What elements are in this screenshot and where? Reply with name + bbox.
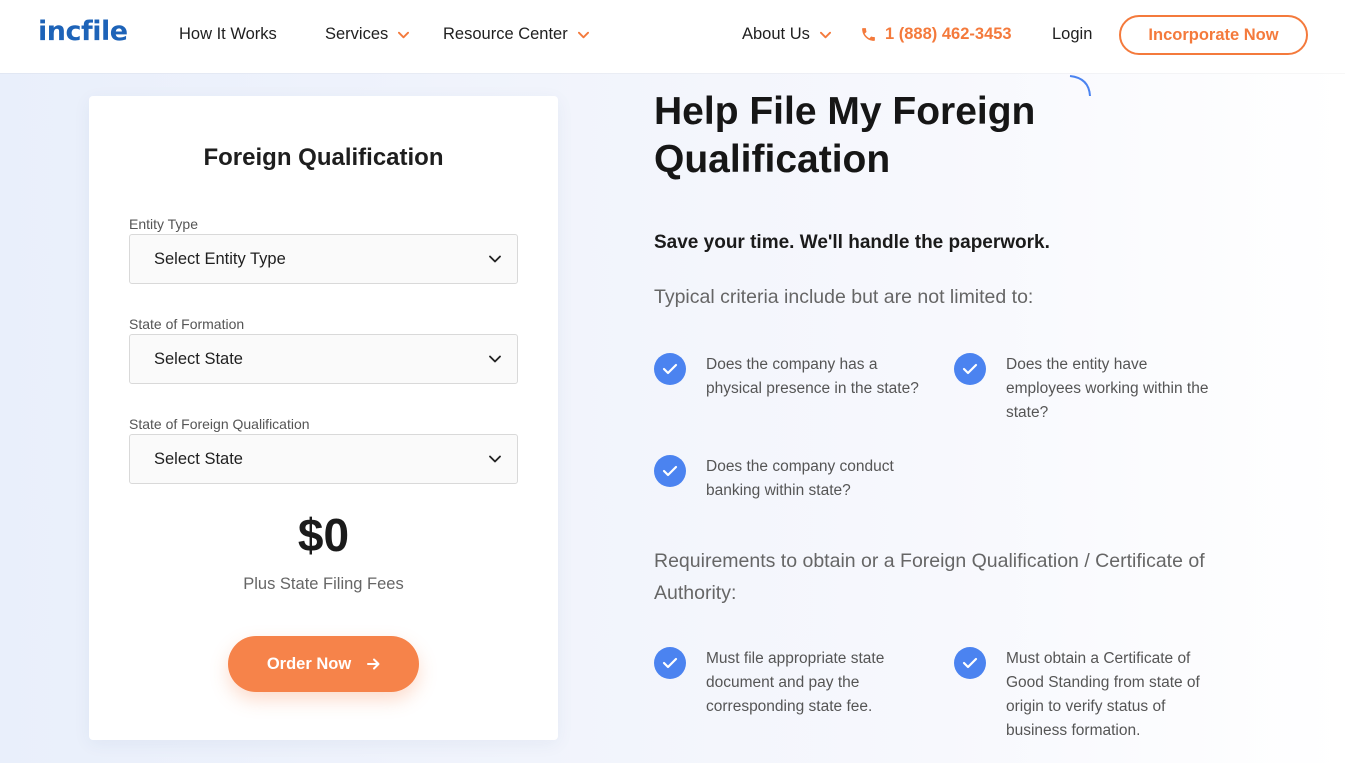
- state-formation-select[interactable]: Select State: [129, 334, 518, 384]
- check-icon: [654, 455, 686, 487]
- entity-type-select[interactable]: Select Entity Type: [129, 234, 518, 284]
- order-form-card: Foreign Qualification Entity Type Select…: [89, 96, 558, 740]
- criteria-item: Does the company conduct banking within …: [654, 455, 926, 503]
- chevron-down-icon: [398, 31, 410, 38]
- state-formation-value: Select State: [154, 349, 243, 368]
- criteria-text: Does the company has a physical presence…: [706, 356, 919, 397]
- price-note: Plus State Filing Fees: [243, 575, 404, 593]
- site-header: incfile How It Works Services Resource C…: [0, 0, 1345, 73]
- check-icon: [654, 353, 686, 385]
- nav-how-it-works[interactable]: How It Works: [179, 25, 277, 44]
- check-icon: [654, 647, 686, 679]
- entity-type-label: Entity Type: [129, 216, 199, 232]
- nav-resource-center[interactable]: Resource Center: [443, 25, 589, 44]
- nav-services-label: Services: [325, 25, 389, 43]
- requirement-item: Must obtain a Certificate of Good Standi…: [954, 647, 1226, 743]
- state-foreign-value: Select State: [154, 449, 243, 468]
- entity-type-value: Select Entity Type: [154, 249, 286, 268]
- lead-text: Save your time. We'll handle the paperwo…: [654, 232, 1050, 253]
- chevron-down-icon: [489, 455, 501, 463]
- order-now-button[interactable]: Order Now: [228, 636, 419, 692]
- requirement-item: Must file appropriate state document and…: [654, 647, 926, 719]
- state-foreign-label: State of Foreign Qualification: [129, 416, 310, 432]
- state-foreign-select[interactable]: Select State: [129, 434, 518, 484]
- criteria-text: Does the entity have employees working w…: [1006, 356, 1209, 421]
- chevron-down-icon: [489, 355, 501, 363]
- chevron-down-icon: [819, 31, 831, 38]
- phone-link[interactable]: 1 (888) 462-3453: [860, 25, 1012, 44]
- nav-resource-center-label: Resource Center: [443, 25, 568, 43]
- incorporate-now-button[interactable]: Incorporate Now: [1119, 15, 1308, 55]
- page-title: Help File My Foreign Qualification: [654, 90, 1036, 181]
- requirement-text: Must file appropriate state document and…: [706, 650, 885, 715]
- chevron-down-icon: [489, 255, 501, 263]
- phone-number: 1 (888) 462-3453: [885, 25, 1012, 43]
- criteria-heading: Typical criteria include but are not lim…: [654, 286, 1034, 308]
- nav-about-us[interactable]: About Us: [742, 25, 831, 44]
- requirements-heading: Requirements to obtain or a Foreign Qual…: [654, 550, 1205, 604]
- check-icon: [954, 647, 986, 679]
- criteria-item: Does the entity have employees working w…: [954, 353, 1226, 425]
- criteria-text: Does the company conduct banking within …: [706, 458, 894, 499]
- chevron-down-icon: [577, 31, 589, 38]
- nav-about-us-label: About Us: [742, 25, 810, 43]
- criteria-item: Does the company has a physical presence…: [654, 353, 926, 401]
- arrow-right-icon: [367, 658, 380, 670]
- incfile-logo[interactable]: incfile: [38, 16, 128, 47]
- check-icon: [954, 353, 986, 385]
- nav-how-it-works-label: How It Works: [179, 25, 277, 43]
- login-label: Login: [1052, 25, 1093, 43]
- state-formation-label: State of Formation: [129, 316, 245, 332]
- price-amount: $0: [297, 509, 350, 561]
- order-now-label: Order Now: [266, 654, 352, 673]
- nav-services[interactable]: Services: [325, 25, 410, 44]
- phone-icon: [862, 28, 875, 41]
- form-title: Foreign Qualification: [203, 144, 444, 171]
- requirement-text: Must obtain a Certificate of Good Standi…: [1006, 650, 1200, 739]
- login-link[interactable]: Login: [1052, 25, 1092, 44]
